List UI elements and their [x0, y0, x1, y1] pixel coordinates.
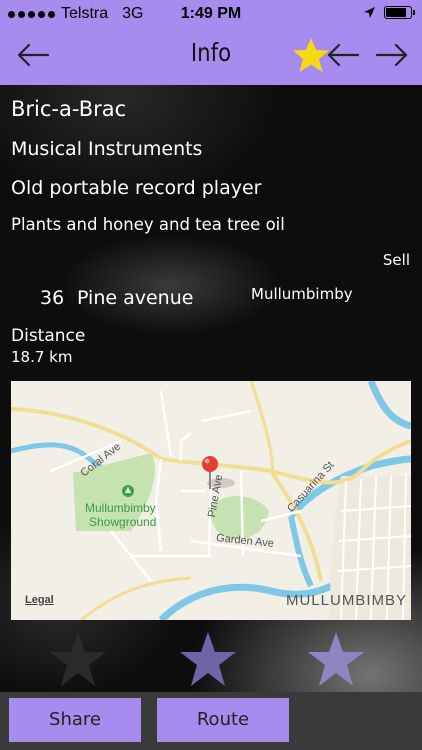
address-suburb: Mullumbimby: [251, 285, 353, 303]
favorite-star-icon[interactable]: [292, 37, 330, 73]
navigation-bar: Info: [0, 28, 422, 85]
rating-star-1-icon[interactable]: [48, 630, 108, 688]
location-map[interactable]: Coral Ave Pine Ave Garden Ave Casuarina …: [11, 381, 411, 620]
battery-icon: [384, 6, 415, 19]
listing-detail: Bric-a-Brac Musical Instruments Old port…: [0, 85, 422, 692]
listing-name: Bric-a-Brac: [11, 97, 127, 121]
bottom-toolbar: Share Route: [0, 692, 422, 750]
address-number: 36: [40, 287, 65, 309]
address-street: Pine avenue: [77, 287, 194, 309]
listing-description: Plants and honey and tea tree oil: [11, 215, 285, 234]
status-time: 1:49 PM: [180, 5, 242, 22]
listing-type: Sell: [382, 251, 410, 269]
location-arrow-icon: [364, 7, 375, 18]
listing-item: Old portable record player: [11, 177, 262, 199]
prev-arrow-icon[interactable]: [326, 42, 360, 68]
map-label-showground-1: Mullumbimby: [85, 501, 156, 515]
route-button[interactable]: Route: [157, 698, 289, 742]
map-town-label: MULLUMBIMBY: [285, 592, 407, 609]
distance-label: Distance: [11, 326, 86, 346]
rating-stars: [0, 628, 422, 692]
map-label-showground-2: Showground: [89, 515, 157, 529]
listing-category: Musical Instruments: [11, 138, 203, 160]
battery-level: [386, 8, 406, 17]
status-bar: Telstra 3G 1:49 PM: [0, 0, 422, 28]
next-arrow-icon[interactable]: [375, 42, 409, 68]
rating-star-3-icon[interactable]: [306, 630, 366, 688]
map-legal-link[interactable]: Legal: [25, 594, 54, 606]
status-right: [363, 6, 415, 19]
rating-star-2-icon[interactable]: [178, 630, 238, 688]
distance-value: 18.7 km: [11, 348, 73, 366]
share-button[interactable]: Share: [9, 698, 141, 742]
